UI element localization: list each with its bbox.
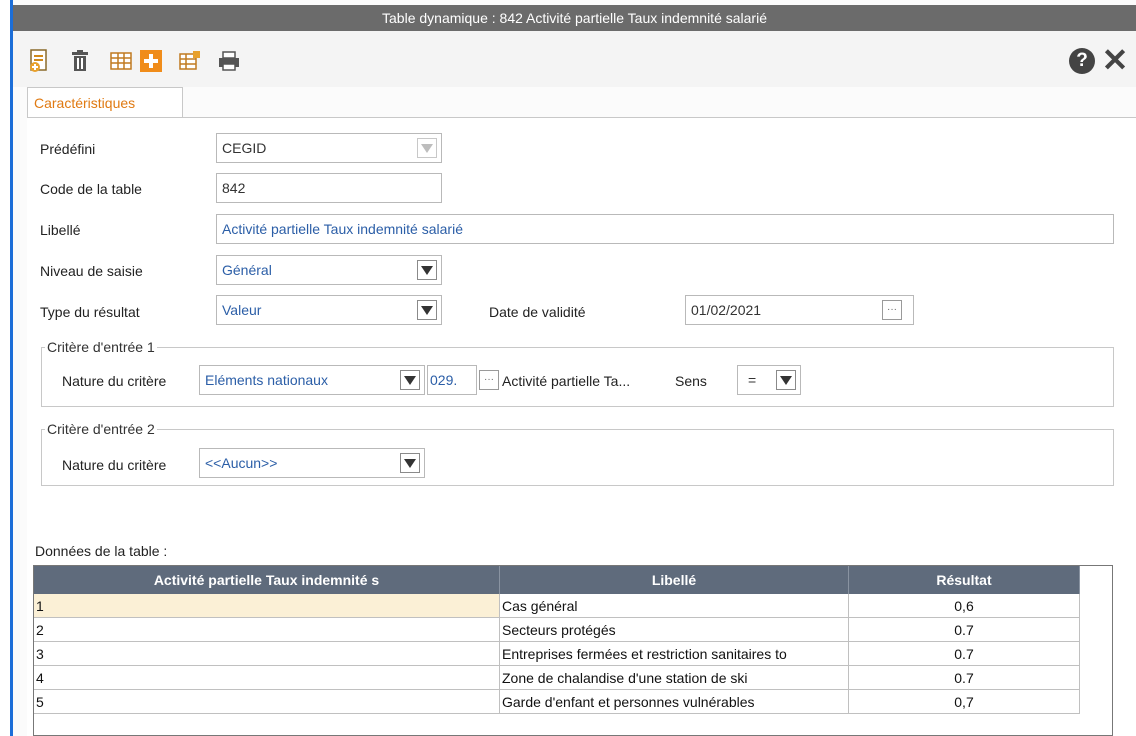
date-value: 01/02/2021 bbox=[691, 302, 762, 318]
ellipsis-icon[interactable]: ··· bbox=[882, 300, 902, 320]
libelle-input[interactable]: Activité partielle Taux indemnité salari… bbox=[216, 214, 1114, 244]
critere1-code-value: 029. bbox=[430, 372, 458, 388]
chevron-down-icon[interactable] bbox=[776, 370, 796, 390]
tab-caracteristiques[interactable]: Caractéristiques bbox=[27, 87, 183, 118]
cell-libelle[interactable]: Garde d'enfant et personnes vulnérables bbox=[500, 690, 849, 714]
chevron-down-icon[interactable] bbox=[417, 300, 437, 320]
niveau-value: Général bbox=[222, 262, 272, 278]
cell-resultat[interactable]: 0,7 bbox=[849, 690, 1080, 714]
libelle-value: Activité partielle Taux indemnité salari… bbox=[222, 221, 463, 237]
grid-header: Activité partielle Taux indemnité s Libe… bbox=[34, 566, 1080, 594]
table-row[interactable]: 3 Entreprises fermées et restriction san… bbox=[34, 642, 1080, 666]
table-row[interactable]: 2 Secteurs protégés 0.7 bbox=[34, 618, 1080, 642]
cell-resultat[interactable]: 0.7 bbox=[849, 642, 1080, 666]
table-edit-icon[interactable] bbox=[178, 49, 202, 73]
cell-critere[interactable]: 2 bbox=[34, 618, 500, 642]
critere2-nature-select[interactable]: <<Aucun>> bbox=[199, 448, 425, 478]
ellipsis-icon[interactable]: ··· bbox=[479, 370, 499, 390]
niveau-label: Niveau de saisie bbox=[40, 263, 143, 279]
predefini-label: Prédéfini bbox=[40, 141, 96, 157]
table-row[interactable]: 4 Zone de chalandise d'une station de sk… bbox=[34, 666, 1080, 690]
add-plus-icon[interactable] bbox=[139, 49, 163, 73]
critere1-desc: Activité partielle Ta... bbox=[502, 373, 631, 389]
column-header-critere[interactable]: Activité partielle Taux indemnité s bbox=[34, 566, 500, 594]
chevron-down-icon[interactable] bbox=[400, 370, 420, 390]
cell-resultat[interactable]: 0.7 bbox=[849, 666, 1080, 690]
critere1-title: Critère d'entrée 1 bbox=[45, 339, 157, 355]
cell-libelle[interactable]: Cas général bbox=[500, 594, 849, 618]
critere2-nature-value: <<Aucun>> bbox=[205, 455, 278, 471]
date-input[interactable]: 01/02/2021 bbox=[685, 295, 914, 325]
window-title: Table dynamique : 842 Activité partielle… bbox=[13, 5, 1136, 31]
cell-libelle[interactable]: Secteurs protégés bbox=[500, 618, 849, 642]
critere2-nature-label: Nature du critère bbox=[62, 457, 167, 473]
code-value: 842 bbox=[222, 180, 246, 196]
table-caption: Données de la table : bbox=[35, 543, 168, 559]
column-header-resultat[interactable]: Résultat bbox=[849, 566, 1080, 594]
cell-critere[interactable]: 4 bbox=[34, 666, 500, 690]
sens-value: = bbox=[748, 372, 757, 388]
table-row[interactable]: 1 Cas général 0,6 bbox=[34, 594, 1080, 618]
new-record-icon[interactable] bbox=[27, 49, 51, 73]
toolbar: ? ✕ bbox=[13, 31, 1136, 87]
cell-libelle[interactable]: Zone de chalandise d'une station de ski bbox=[500, 666, 849, 690]
help-icon[interactable]: ? bbox=[1069, 48, 1095, 74]
type-value: Valeur bbox=[222, 302, 262, 318]
table-row[interactable]: 5 Garde d'enfant et personnes vulnérable… bbox=[34, 690, 1080, 714]
close-icon[interactable]: ✕ bbox=[1100, 44, 1130, 76]
chevron-down-icon[interactable] bbox=[417, 260, 437, 280]
column-header-libelle[interactable]: Libellé bbox=[500, 566, 849, 594]
cell-resultat[interactable]: 0,6 bbox=[849, 594, 1080, 618]
critere1-nature-label: Nature du critère bbox=[62, 373, 167, 389]
cell-critere[interactable]: 1 bbox=[34, 594, 500, 618]
critere1-nature-select[interactable]: Eléments nationaux bbox=[199, 365, 425, 395]
critere1-nature-value: Eléments nationaux bbox=[205, 372, 328, 388]
cell-libelle[interactable]: Entreprises fermées et restriction sanit… bbox=[500, 642, 849, 666]
niveau-select[interactable]: Général bbox=[216, 255, 442, 285]
type-label: Type du résultat bbox=[40, 304, 140, 320]
chevron-down-icon[interactable] bbox=[400, 453, 420, 473]
cell-resultat[interactable]: 0.7 bbox=[849, 618, 1080, 642]
libelle-label: Libellé bbox=[40, 222, 81, 238]
predefini-value: CEGID bbox=[222, 140, 267, 156]
critere2-title: Critère d'entrée 2 bbox=[45, 421, 157, 437]
code-input[interactable]: 842 bbox=[216, 173, 442, 203]
trash-icon[interactable] bbox=[68, 49, 92, 73]
critere1-code-input[interactable]: 029. bbox=[427, 365, 477, 395]
dialog-window: Table dynamique : 842 Activité partielle… bbox=[10, 0, 1136, 736]
data-grid[interactable]: Activité partielle Taux indemnité s Libe… bbox=[33, 565, 1113, 736]
predefini-select[interactable]: CEGID bbox=[216, 133, 442, 163]
table-grid-icon[interactable] bbox=[109, 49, 133, 73]
sens-label: Sens bbox=[675, 373, 707, 389]
printer-icon[interactable] bbox=[217, 49, 241, 73]
code-label: Code de la table bbox=[40, 181, 142, 197]
cell-critere[interactable]: 5 bbox=[34, 690, 500, 714]
type-select[interactable]: Valeur bbox=[216, 295, 442, 325]
date-label: Date de validité bbox=[489, 304, 586, 320]
cell-critere[interactable]: 3 bbox=[34, 642, 500, 666]
chevron-down-icon[interactable] bbox=[417, 138, 437, 158]
